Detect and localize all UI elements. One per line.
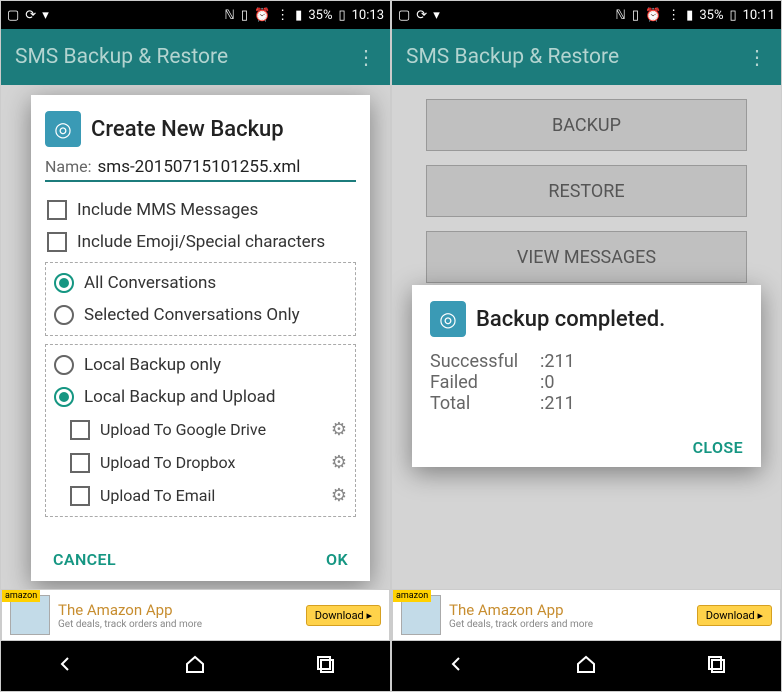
app-title: SMS Backup & Restore (15, 45, 228, 69)
ad-download-button[interactable]: Download ▸ (697, 605, 772, 626)
radio-icon (54, 273, 74, 293)
cancel-button[interactable]: CANCEL (53, 550, 116, 569)
checkbox-icon (47, 200, 67, 220)
ok-button[interactable]: OK (326, 550, 348, 569)
app-title: SMS Backup & Restore (406, 45, 619, 69)
left-screenshot: ▢ ⟳ ▾ ℕ ▯ ⏰ ⋮ ▮ 35% ▯ 10:13 SMS Backup &… (0, 0, 391, 692)
ad-banner[interactable]: amazon The Amazon App Get deals, track o… (1, 589, 390, 641)
notif-icon: ▢ (7, 8, 19, 23)
dialog-title: Create New Backup (91, 117, 284, 142)
opt-all-conversations[interactable]: All Conversations (52, 267, 349, 299)
nav-bar (1, 641, 390, 691)
stat-successful: Successful: 211 (430, 351, 743, 372)
checkbox-icon (47, 232, 67, 252)
app-bar: SMS Backup & Restore (1, 29, 390, 85)
app-icon: ◎ (45, 111, 81, 147)
overflow-menu-icon[interactable] (747, 54, 767, 60)
sync-icon: ⟳ (416, 8, 427, 23)
checkbox-icon (70, 453, 90, 473)
gear-icon[interactable]: ⚙ (331, 419, 347, 440)
notif-icon: ▢ (398, 8, 410, 23)
alarm-icon: ⏰ (254, 8, 270, 23)
nfc-icon: ℕ (224, 8, 234, 23)
ad-badge: amazon (393, 590, 431, 602)
opt-upload-email[interactable]: Upload To Email⚙ (52, 479, 349, 512)
vib-icon: ▯ (241, 8, 248, 23)
radio-icon (54, 355, 74, 375)
shield-icon: ▾ (42, 8, 49, 23)
app-icon: ◎ (430, 301, 466, 337)
opt-local-only[interactable]: Local Backup only (52, 349, 349, 381)
screen-backdrop: BACKUP RESTORE VIEW MESSAGES DELETE MESS… (392, 85, 781, 641)
ad-badge: amazon (2, 590, 40, 602)
nfc-icon: ℕ (615, 8, 625, 23)
view-messages-button[interactable]: VIEW MESSAGES (426, 231, 747, 283)
home-button[interactable] (183, 652, 207, 680)
battery-pct: 35% (308, 8, 332, 23)
wifi-icon: ⋮ (667, 8, 680, 23)
opt-upload-gdrive[interactable]: Upload To Google Drive⚙ (52, 413, 349, 446)
alarm-icon: ⏰ (645, 8, 661, 23)
stat-failed: Failed: 0 (430, 372, 743, 393)
close-button[interactable]: CLOSE (693, 438, 743, 457)
recent-button[interactable] (704, 652, 728, 680)
stat-total: Total: 211 (430, 393, 743, 414)
overflow-menu-icon[interactable] (356, 54, 376, 60)
radio-icon (54, 387, 74, 407)
app-bar: SMS Backup & Restore (392, 29, 781, 85)
opt-include-emoji[interactable]: Include Emoji/Special characters (45, 226, 356, 258)
home-button[interactable] (574, 652, 598, 680)
screen-backdrop: ◎ Create New Backup Name: sms-2015071510… (1, 85, 390, 641)
shield-icon: ▾ (433, 8, 440, 23)
destination-group: Local Backup only Local Backup and Uploa… (45, 344, 356, 517)
clock: 10:13 (352, 8, 384, 23)
recent-button[interactable] (313, 652, 337, 680)
ad-banner[interactable]: amazon The Amazon App Get deals, track o… (392, 589, 781, 641)
back-button[interactable] (445, 652, 469, 680)
wifi-icon: ⋮ (276, 8, 289, 23)
status-bar: ▢ ⟳ ▾ ℕ ▯ ⏰ ⋮ ▮ 35% ▯ 10:13 (1, 1, 390, 29)
status-bar: ▢ ⟳ ▾ ℕ ▯ ⏰ ⋮ ▮ 35% ▯ 10:11 (392, 1, 781, 29)
opt-local-and-upload[interactable]: Local Backup and Upload (52, 381, 349, 413)
dialog-title: Backup completed. (476, 307, 665, 332)
signal-icon: ▮ (686, 8, 693, 23)
backup-complete-dialog: ◎ Backup completed. Successful: 211 Fail… (412, 285, 761, 467)
opt-include-mms[interactable]: Include MMS Messages (45, 194, 356, 226)
backup-stats: Successful: 211 Failed: 0 Total: 211 (430, 351, 743, 414)
restore-button[interactable]: RESTORE (426, 165, 747, 217)
checkbox-icon (70, 486, 90, 506)
battery-pct: 35% (699, 8, 723, 23)
right-screenshot: ▢ ⟳ ▾ ℕ ▯ ⏰ ⋮ ▮ 35% ▯ 10:11 SMS Backup &… (391, 0, 782, 692)
gear-icon[interactable]: ⚙ (331, 485, 347, 506)
radio-icon (54, 305, 74, 325)
ad-title: The Amazon App (58, 601, 202, 619)
battery-icon: ▯ (729, 8, 736, 23)
signal-icon: ▮ (295, 8, 302, 23)
battery-icon: ▯ (338, 8, 345, 23)
gear-icon[interactable]: ⚙ (331, 452, 347, 473)
name-field[interactable]: Name: sms-20150715101255.xml (45, 157, 356, 182)
vib-icon: ▯ (632, 8, 639, 23)
create-backup-dialog: ◎ Create New Backup Name: sms-2015071510… (31, 95, 370, 581)
ad-subtitle: Get deals, track orders and more (58, 619, 202, 630)
name-value: sms-20150715101255.xml (98, 157, 356, 177)
backup-button[interactable]: BACKUP (426, 99, 747, 151)
conversation-group: All Conversations Selected Conversations… (45, 262, 356, 336)
opt-upload-dropbox[interactable]: Upload To Dropbox⚙ (52, 446, 349, 479)
back-button[interactable] (54, 652, 78, 680)
nav-bar (392, 641, 781, 691)
clock: 10:11 (743, 8, 775, 23)
ad-title: The Amazon App (449, 601, 593, 619)
name-label: Name: (45, 157, 92, 176)
checkbox-icon (70, 420, 90, 440)
sync-icon: ⟳ (25, 8, 36, 23)
ad-subtitle: Get deals, track orders and more (449, 619, 593, 630)
opt-selected-conversations[interactable]: Selected Conversations Only (52, 299, 349, 331)
ad-download-button[interactable]: Download ▸ (306, 605, 381, 626)
